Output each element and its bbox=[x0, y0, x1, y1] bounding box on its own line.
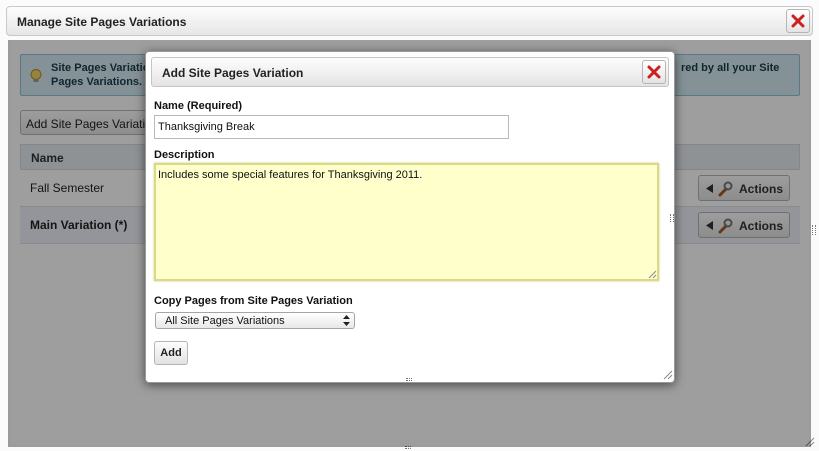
modal-resize-corner-icon[interactable] bbox=[663, 370, 673, 380]
modal-side-resize-handle[interactable] bbox=[670, 214, 674, 222]
copy-pages-label: Copy Pages from Site Pages Variation bbox=[154, 295, 353, 307]
name-label: Name (Required) bbox=[154, 100, 243, 112]
modal-title: Add Site Pages Variation bbox=[162, 66, 304, 80]
outer-side-resize-handle[interactable] bbox=[812, 225, 816, 235]
textarea-resize-icon[interactable] bbox=[648, 270, 657, 279]
modal-titlebar[interactable]: Add Site Pages Variation bbox=[151, 57, 669, 87]
add-variation-dialog: Add Site Pages Variation Name (Required)… bbox=[145, 51, 675, 383]
add-button[interactable]: Add bbox=[154, 341, 188, 365]
description-label: Description bbox=[154, 149, 215, 161]
copy-pages-selected-value: All Site Pages Variations bbox=[165, 315, 285, 327]
updown-arrows-icon bbox=[343, 315, 350, 326]
modal-bottom-resize-handle[interactable] bbox=[406, 378, 412, 381]
close-icon bbox=[791, 14, 805, 28]
outer-dialog-title: Manage Site Pages Variations bbox=[17, 15, 187, 29]
outer-titlebar[interactable]: Manage Site Pages Variations bbox=[6, 6, 813, 36]
description-textarea[interactable]: Includes some special features for Thank… bbox=[154, 163, 659, 281]
modal-close-button[interactable] bbox=[642, 60, 666, 84]
copy-pages-select[interactable]: All Site Pages Variations bbox=[155, 312, 355, 329]
close-icon bbox=[647, 65, 661, 79]
name-input[interactable] bbox=[154, 115, 509, 139]
outer-close-button[interactable] bbox=[786, 9, 810, 33]
